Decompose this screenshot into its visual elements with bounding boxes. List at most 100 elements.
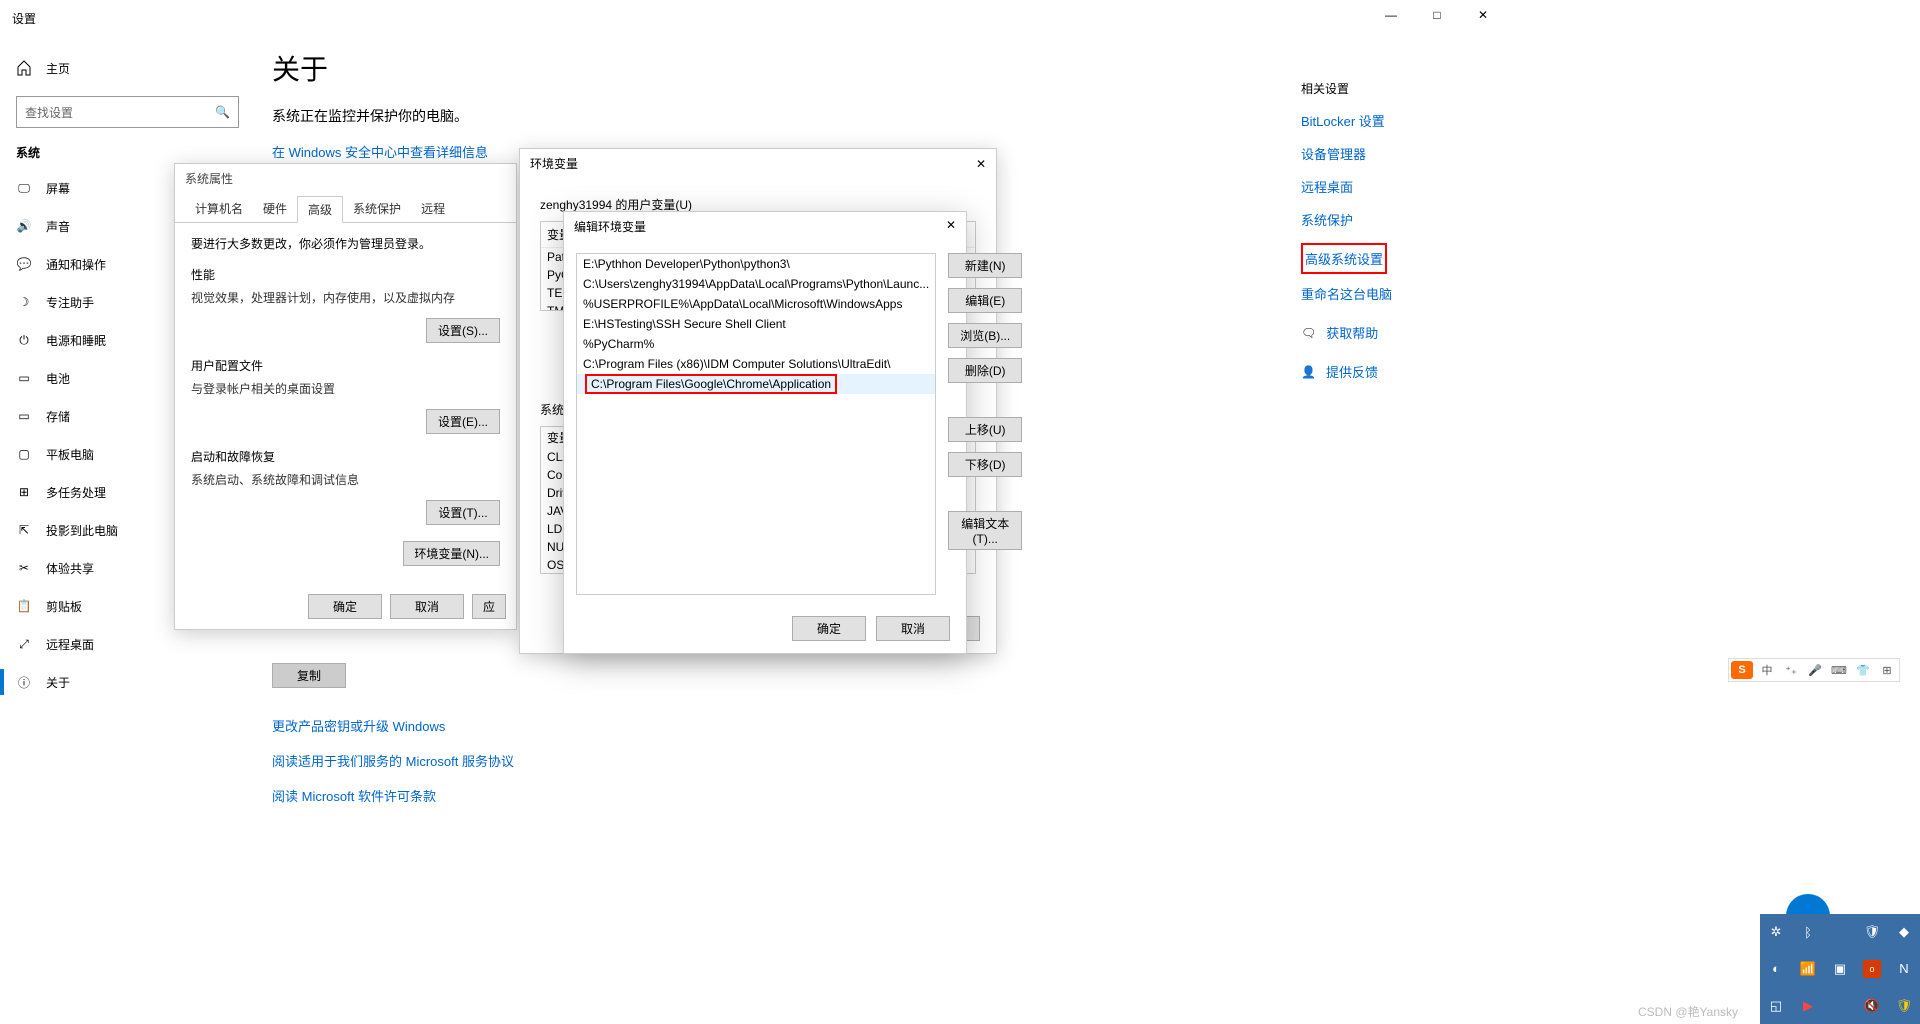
dialog-footer: 确定 取消 应 (308, 594, 506, 619)
license-link[interactable]: 阅读 Microsoft 软件许可条款 (272, 786, 1506, 805)
minimize-button[interactable]: — (1368, 0, 1414, 30)
volume-mute-icon[interactable]: 🔇 (1856, 987, 1888, 1024)
cancel-button[interactable]: 取消 (876, 616, 950, 641)
profile-title: 用户配置文件 (191, 357, 500, 374)
tray-icon[interactable]: ▣ (1824, 951, 1856, 988)
sogou-icon[interactable]: S (1731, 661, 1753, 679)
tray-icon[interactable]: ◱ (1760, 987, 1792, 1024)
tray-icon[interactable]: ▶ (1792, 987, 1824, 1024)
related-header: 相关设置 (1301, 80, 1476, 97)
display-icon: 🖵 (16, 180, 32, 196)
path-item[interactable]: %USERPROFILE%\AppData\Local\Microsoft\Wi… (577, 294, 935, 314)
copy-button[interactable]: 复制 (272, 663, 346, 688)
nav-about[interactable]: ⓘ 关于 (0, 663, 255, 701)
system-tray-overflow[interactable]: ✲ ᛒ 🛡 ◆ ◐ 📶 ▣ o N ◱ ▶ 🔇 🛡 (1760, 914, 1920, 1024)
close-button[interactable]: ✕ (1460, 0, 1506, 30)
security-icon[interactable]: 🛡 (1856, 914, 1888, 951)
tray-icon[interactable] (1824, 987, 1856, 1024)
bluetooth-icon[interactable]: ᛒ (1792, 914, 1824, 951)
delete-button[interactable]: 删除(D) (948, 358, 1022, 383)
move-up-button[interactable]: 上移(U) (948, 417, 1022, 442)
path-list[interactable]: E:\Pythhon Developer\Python\python3\ C:\… (576, 253, 936, 595)
startup-group: 启动和故障恢复 系统启动、系统故障和调试信息 设置(T)... (191, 448, 500, 525)
advanced-settings-highlight: 高级系统设置 (1301, 243, 1387, 274)
edit-env-variable-dialog: 编辑环境变量 ✕ E:\Pythhon Developer\Python\pyt… (563, 211, 967, 654)
close-icon[interactable]: ✕ (976, 157, 986, 171)
edit-button[interactable]: 编辑(E) (948, 288, 1022, 313)
home-label: 主页 (46, 60, 70, 77)
system-protection-link[interactable]: 系统保护 (1301, 210, 1476, 229)
nav-remote[interactable]: ⤢远程桌面 (0, 625, 255, 663)
apply-button[interactable]: 应 (472, 594, 506, 619)
tray-icon[interactable]: ◆ (1888, 914, 1920, 951)
dialog-body: E:\Pythhon Developer\Python\python3\ C:\… (564, 241, 966, 607)
storage-icon: ▭ (16, 408, 32, 424)
skin-icon[interactable]: 👕 (1853, 661, 1873, 679)
path-item-selected[interactable]: C:\Program Files\Google\Chrome\Applicati… (577, 374, 935, 394)
startup-settings-button[interactable]: 设置(T)... (426, 500, 500, 525)
path-item[interactable]: E:\HSTesting\SSH Secure Shell Client (577, 314, 935, 334)
title-text: 环境变量 (530, 155, 578, 172)
rename-pc-link[interactable]: 重命名这台电脑 (1301, 284, 1476, 303)
watermark: CSDN @艳Yansky (1638, 1003, 1738, 1020)
tablet-icon: ▢ (16, 446, 32, 462)
tab-hardware[interactable]: 硬件 (253, 196, 297, 223)
device-manager-link[interactable]: 设备管理器 (1301, 144, 1476, 163)
help-icon: 🗨 (1301, 326, 1316, 340)
dialog-title: 系统属性 (175, 164, 516, 193)
ime-zh[interactable]: 中 (1757, 661, 1777, 679)
edit-text-button[interactable]: 编辑文本(T)... (948, 511, 1022, 550)
perf-settings-button[interactable]: 设置(S)... (426, 318, 500, 343)
perf-desc: 视觉效果，处理器计划，内存使用，以及虚拟内存 (191, 289, 500, 306)
info-icon: ⓘ (16, 674, 32, 690)
tab-advanced[interactable]: 高级 (297, 196, 343, 223)
cancel-button[interactable]: 取消 (390, 594, 464, 619)
search-input[interactable]: 查找设置 🔍 (16, 96, 239, 128)
nav-label: 投影到此电脑 (46, 522, 118, 539)
nav-label: 屏幕 (46, 180, 70, 197)
tray-icon[interactable]: ✲ (1760, 914, 1792, 951)
tray-icon[interactable]: ◐ (1760, 951, 1792, 988)
mic-icon[interactable]: 🎤 (1805, 661, 1825, 679)
path-item[interactable]: C:\Program Files (x86)\IDM Computer Solu… (577, 354, 935, 374)
tray-icon[interactable]: N (1888, 951, 1920, 988)
sound-icon: 🔊 (16, 218, 32, 234)
wifi-icon[interactable]: 📶 (1792, 951, 1824, 988)
share-icon: ✂ (16, 560, 32, 576)
tray-icon[interactable]: o (1863, 960, 1881, 978)
path-item[interactable]: %PyCharm% (577, 334, 935, 354)
nav-label: 关于 (46, 674, 70, 691)
perf-title: 性能 (191, 266, 500, 283)
path-item[interactable]: C:\Users\zenghy31994\AppData\Local\Progr… (577, 274, 935, 294)
ok-button[interactable]: 确定 (308, 594, 382, 619)
tray-icon[interactable] (1824, 914, 1856, 951)
bitlocker-link[interactable]: BitLocker 设置 (1301, 111, 1476, 130)
maximize-button[interactable]: □ (1414, 0, 1460, 30)
menu-icon[interactable]: ⊞ (1877, 661, 1897, 679)
home-nav[interactable]: 主页 (0, 48, 255, 88)
ok-button[interactable]: 确定 (792, 616, 866, 641)
close-icon[interactable]: ✕ (946, 218, 956, 235)
highlight-box: C:\Program Files\Google\Chrome\Applicati… (585, 374, 837, 394)
home-icon (16, 60, 32, 76)
new-button[interactable]: 新建(N) (948, 253, 1022, 278)
tab-protection[interactable]: 系统保护 (343, 196, 411, 223)
tab-computer-name[interactable]: 计算机名 (185, 196, 253, 223)
browse-button[interactable]: 浏览(B)... (948, 323, 1022, 348)
advanced-settings-link[interactable]: 高级系统设置 (1305, 249, 1383, 268)
get-help[interactable]: 🗨获取帮助 (1301, 323, 1476, 342)
tray-icon[interactable]: 🛡 (1888, 987, 1920, 1024)
env-var-button[interactable]: 环境变量(N)... (403, 541, 500, 566)
nav-label: 存储 (46, 408, 70, 425)
give-feedback[interactable]: 👤提供反馈 (1301, 362, 1476, 381)
path-item[interactable]: E:\Pythhon Developer\Python\python3\ (577, 254, 935, 274)
profile-settings-button[interactable]: 设置(E)... (426, 409, 500, 434)
product-key-link[interactable]: 更改产品密钥或升级 Windows (272, 716, 1506, 735)
ime-toolbar[interactable]: S 中 ⁺₊ 🎤 ⌨ 👕 ⊞ (1728, 658, 1900, 682)
service-agreement-link[interactable]: 阅读适用于我们服务的 Microsoft 服务协议 (272, 751, 1506, 770)
remote-desktop-link[interactable]: 远程桌面 (1301, 177, 1476, 196)
move-down-button[interactable]: 下移(D) (948, 452, 1022, 477)
tab-remote[interactable]: 远程 (411, 196, 455, 223)
ime-item[interactable]: ⁺₊ (1781, 661, 1801, 679)
keyboard-icon[interactable]: ⌨ (1829, 661, 1849, 679)
